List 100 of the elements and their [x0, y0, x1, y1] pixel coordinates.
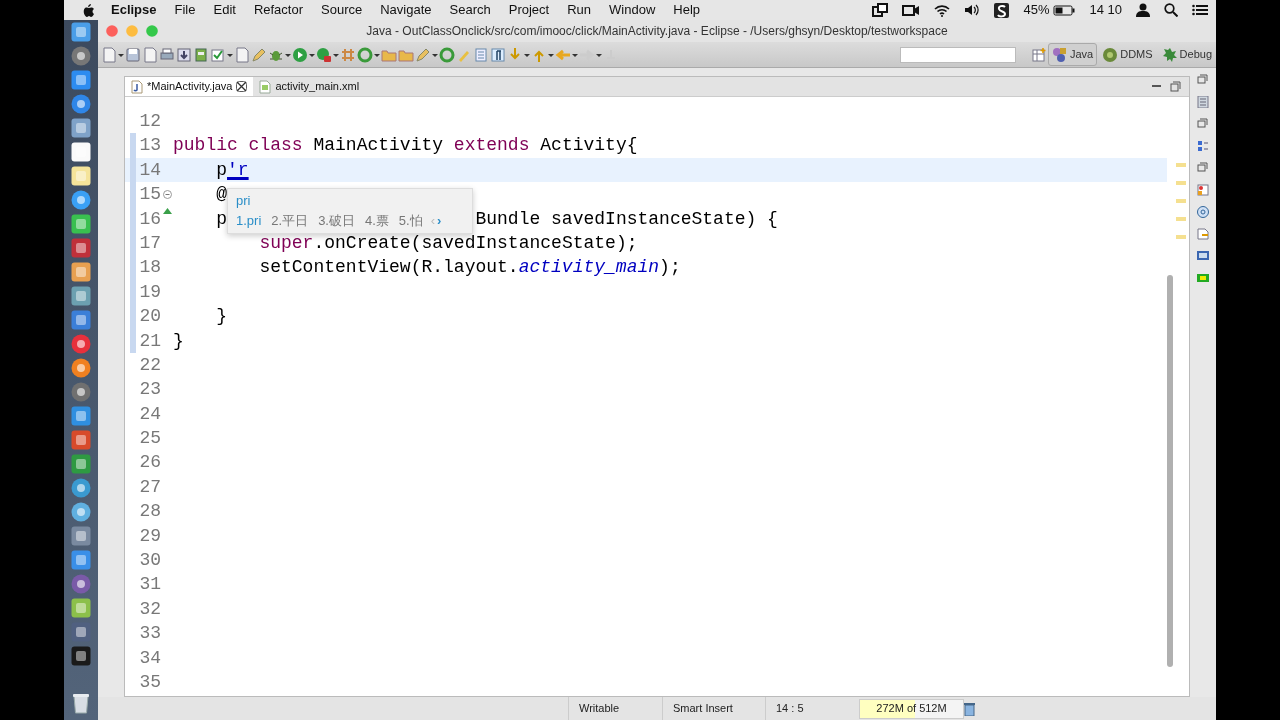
maximize-icon[interactable] — [1170, 81, 1181, 92]
menu-item[interactable]: Edit — [204, 0, 245, 20]
code-line: } — [215, 305, 227, 329]
restore-icon[interactable] — [1197, 162, 1209, 174]
wifi-icon[interactable] — [934, 3, 951, 17]
fold-icon[interactable] — [162, 189, 172, 199]
android-icon — [1102, 46, 1119, 63]
edit-icon[interactable] — [251, 46, 267, 63]
menu-item[interactable]: Help — [664, 0, 710, 20]
trash-icon[interactable] — [72, 692, 90, 714]
app-icon[interactable] — [71, 430, 91, 450]
line-number: 23 — [138, 378, 161, 402]
menu-item[interactable]: Refactor — [244, 0, 313, 20]
annotation-marker[interactable] — [1176, 163, 1186, 167]
candidate[interactable]: 4.票 — [365, 211, 389, 231]
status-field: Writable — [568, 697, 662, 720]
app-icon[interactable] — [71, 118, 91, 138]
document-icon[interactable] — [142, 46, 158, 63]
menu-item[interactable]: Run — [558, 0, 601, 20]
app-icon[interactable] — [71, 550, 91, 570]
status-field: 14 : 5 — [765, 697, 843, 720]
close-icon[interactable] — [236, 81, 248, 92]
code-line: @ — [215, 183, 227, 207]
menu-item[interactable]: Search — [440, 0, 500, 20]
open-perspective-icon[interactable] — [1030, 46, 1047, 63]
progress-icon[interactable] — [1197, 272, 1209, 284]
scrollbar-thumb[interactable] — [1167, 275, 1173, 667]
line-number: 32 — [138, 597, 161, 621]
candidate[interactable]: 2.平日 — [271, 211, 309, 231]
console-icon[interactable] — [1197, 250, 1209, 262]
annotation-marker[interactable] — [1176, 181, 1186, 185]
perspective-button[interactable]: Java — [1047, 43, 1098, 66]
app-icon[interactable] — [71, 238, 91, 258]
clock[interactable]: 14 10 — [1089, 0, 1122, 20]
candidate[interactable]: 5.怕 — [398, 211, 423, 231]
app-icon[interactable] — [71, 166, 91, 186]
checkbox-icon[interactable] — [210, 46, 226, 63]
outline-icon[interactable] — [1197, 96, 1209, 108]
app-icon[interactable] — [71, 286, 91, 306]
line-number: 24 — [138, 402, 161, 426]
menu-item[interactable]: Navigate — [371, 0, 441, 20]
app-icon[interactable] — [71, 46, 91, 66]
app-icon[interactable] — [71, 94, 91, 114]
app-icon[interactable] — [71, 190, 91, 210]
menu-item[interactable]: File — [165, 0, 205, 20]
app-icon[interactable] — [71, 214, 91, 234]
app-icon[interactable] — [71, 502, 91, 522]
app-icon[interactable] — [71, 142, 91, 162]
app-icon[interactable] — [71, 478, 91, 498]
app-icon[interactable] — [71, 310, 91, 330]
annotation-marker[interactable] — [1176, 199, 1186, 203]
line-number: 33 — [138, 622, 161, 646]
app-icon[interactable] — [71, 382, 91, 402]
app-icon[interactable] — [71, 598, 91, 618]
camera-icon[interactable] — [902, 4, 921, 16]
notification-list-icon[interactable] — [1192, 4, 1208, 16]
javadoc-icon[interactable] — [1197, 228, 1209, 240]
menu-item[interactable]: Project — [499, 0, 559, 20]
annotation-marker[interactable] — [1176, 217, 1186, 221]
tasks-icon[interactable] — [1197, 184, 1209, 196]
app-icon[interactable] — [71, 646, 91, 666]
screen-mirror-icon[interactable] — [872, 3, 889, 17]
app-icon[interactable] — [71, 22, 91, 42]
app-icon[interactable] — [71, 526, 91, 546]
app-status-icon[interactable] — [994, 2, 1010, 18]
app-menu[interactable]: Eclipse — [102, 0, 166, 20]
line-number: 20 — [138, 305, 161, 329]
restore-icon[interactable] — [1197, 118, 1209, 130]
line-number: 14 — [138, 158, 161, 182]
search-icon[interactable] — [1164, 3, 1178, 17]
app-icon[interactable] — [71, 454, 91, 474]
search-field[interactable] — [899, 46, 1016, 63]
run-icon[interactable] — [316, 46, 332, 63]
perspective-button[interactable]: DDMS — [1098, 43, 1157, 66]
print-icon[interactable] — [159, 46, 175, 63]
restore-icon[interactable] — [1197, 74, 1209, 86]
menu-item[interactable]: Source — [312, 0, 372, 20]
battery-icon[interactable] — [1053, 4, 1076, 16]
candidate[interactable]: 3.破日 — [318, 211, 355, 231]
app-icon[interactable] — [71, 574, 91, 594]
perspective-button[interactable]: Debug — [1157, 43, 1216, 66]
app-icon[interactable] — [71, 70, 91, 90]
app-icon[interactable] — [71, 406, 91, 426]
user-icon[interactable] — [1136, 3, 1150, 17]
garbage-collect-icon[interactable] — [964, 701, 975, 716]
paragraph-icon[interactable] — [490, 46, 506, 63]
app-icon[interactable] — [71, 262, 91, 282]
speaker-icon[interactable] — [964, 4, 981, 16]
java-file-icon — [131, 79, 143, 94]
line-number: 26 — [138, 451, 161, 475]
apple-icon[interactable] — [82, 2, 96, 18]
editor-tab[interactable]: *MainActivity.java — [125, 77, 254, 96]
close-button[interactable] — [106, 25, 118, 37]
download-icon[interactable] — [176, 46, 192, 63]
annotation-marker[interactable] — [1176, 235, 1186, 239]
menu-item[interactable]: Window — [600, 0, 665, 20]
app-icon[interactable] — [71, 334, 91, 354]
device-icon[interactable] — [193, 46, 209, 63]
app-icon[interactable] — [71, 358, 91, 378]
hierarchy-icon[interactable] — [1197, 140, 1209, 152]
